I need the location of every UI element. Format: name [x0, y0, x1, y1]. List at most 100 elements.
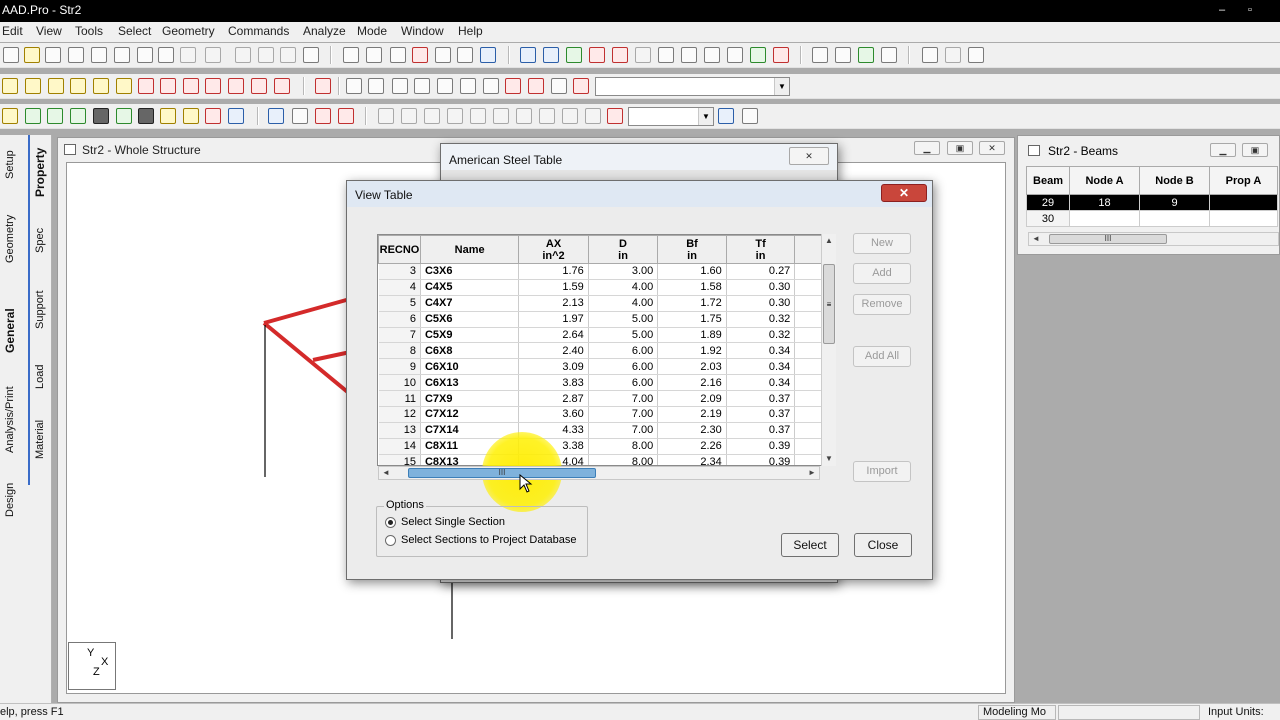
display-options-icon[interactable]: [718, 108, 734, 124]
feature-icon[interactable]: [773, 47, 789, 63]
label-support-icon[interactable]: [607, 108, 623, 124]
column-header-d[interactable]: Din: [587, 235, 659, 264]
close-dialog-button[interactable]: Close: [854, 533, 912, 557]
scroll-up-icon[interactable]: ▲: [822, 234, 836, 248]
label-load-icon[interactable]: [585, 108, 601, 124]
table-row[interactable]: 15 C8X13 4.04 8.00 2.34 0.39: [378, 454, 835, 465]
select-solids-icon[interactable]: [93, 108, 109, 124]
label-plates-icon[interactable]: [424, 108, 440, 124]
table-row[interactable]: 11 C7X9 2.87 7.00 2.09 0.37: [378, 390, 835, 408]
page-icon[interactable]: [235, 47, 251, 63]
label-offset-icon[interactable]: [516, 108, 532, 124]
zoom-dynamic-icon[interactable]: [414, 78, 430, 94]
report-icon[interactable]: [435, 47, 451, 63]
menu-help[interactable]: Help: [458, 24, 483, 38]
rotate-right-icon[interactable]: [205, 78, 221, 94]
print-doc-icon[interactable]: [480, 47, 496, 63]
label-section-icon[interactable]: [562, 108, 578, 124]
view-iso-icon[interactable]: [2, 78, 18, 94]
grid-icon[interactable]: [280, 47, 296, 63]
label-orient-icon[interactable]: [470, 108, 486, 124]
rotate-up-icon[interactable]: [138, 78, 154, 94]
print-preview-icon[interactable]: [366, 47, 382, 63]
close-button[interactable]: ✕: [789, 147, 829, 165]
menu-geometry[interactable]: Geometry: [162, 24, 215, 38]
select-grid-icon[interactable]: [138, 108, 154, 124]
node-icon[interactable]: [681, 47, 697, 63]
tab-support[interactable]: Support: [34, 290, 46, 329]
cursor-icon[interactable]: [303, 47, 319, 63]
table-row[interactable]: 14 C8X11 3.38 8.00 2.26 0.39: [378, 438, 835, 455]
spin-right-icon[interactable]: [251, 78, 267, 94]
copy-icon[interactable]: [114, 47, 130, 63]
table-row[interactable]: 8 C6X8 2.40 6.00 1.92 0.34: [378, 342, 835, 360]
zoom-in-icon[interactable]: [346, 78, 362, 94]
table-row[interactable]: 12 C7X12 3.60 7.00 2.19 0.37: [378, 406, 835, 423]
structure-icon[interactable]: [612, 47, 628, 63]
measure-icon[interactable]: [658, 47, 674, 63]
zoom-all-icon[interactable]: [437, 78, 453, 94]
column-header[interactable]: Prop A: [1209, 166, 1278, 195]
section-table-vscrollbar[interactable]: ▲ ≡ ▼: [821, 234, 836, 466]
wall-icon[interactable]: [968, 47, 984, 63]
tab-geometry[interactable]: Geometry: [4, 215, 16, 263]
column-header-ax[interactable]: AX in^2: [518, 235, 589, 264]
table-row[interactable]: 5 C4X7 2.13 4.00 1.72 0.30: [378, 295, 835, 312]
table-cell[interactable]: 29: [1026, 194, 1070, 211]
scroll-left-icon[interactable]: ◄: [379, 467, 393, 479]
tab-setup[interactable]: Setup: [4, 150, 16, 179]
select-sections-to-database-radio[interactable]: [385, 535, 396, 546]
spin-left-icon[interactable]: [228, 78, 244, 94]
table-cell[interactable]: [1069, 210, 1140, 227]
table-row[interactable]: 4 C4X5 1.59 4.00 1.58 0.30: [378, 279, 835, 296]
zoom-fit-icon[interactable]: [483, 78, 499, 94]
load-case-dropdown[interactable]: ▼: [628, 107, 714, 126]
column-header[interactable]: Node B: [1139, 166, 1210, 195]
grid-snap-icon[interactable]: [566, 47, 582, 63]
table-cell[interactable]: [1209, 194, 1278, 211]
view-selector-dropdown[interactable]: ▼: [595, 77, 790, 96]
printer-icon[interactable]: [343, 47, 359, 63]
scroll-down-icon[interactable]: ▼: [822, 452, 836, 466]
tab-load[interactable]: Load: [34, 365, 46, 389]
menu-select[interactable]: Select: [118, 24, 151, 38]
table-row[interactable]: 6 C5X6 1.97 5.00 1.75 0.32: [378, 311, 835, 328]
select-sections-to-database-label[interactable]: Select Sections to Project Database: [401, 534, 576, 546]
column-header-recno[interactable]: RECNO: [378, 235, 421, 264]
select-globe-icon[interactable]: [228, 108, 244, 124]
minimize-button[interactable]: –: [1212, 2, 1232, 18]
scroll-thumb[interactable]: III: [408, 468, 596, 478]
clipboard-icon[interactable]: [205, 47, 221, 63]
restore-button[interactable]: ▣: [947, 141, 973, 155]
zoom-out-icon[interactable]: [368, 78, 384, 94]
rotate-down-icon[interactable]: [160, 78, 176, 94]
table-cell[interactable]: 30: [1026, 210, 1070, 227]
help-question-icon[interactable]: [727, 47, 743, 63]
nodes-icon[interactable]: [543, 47, 559, 63]
table-cell[interactable]: [1139, 210, 1210, 227]
menu-window[interactable]: Window: [401, 24, 444, 38]
zoom-window-icon[interactable]: [392, 78, 408, 94]
menu-tools[interactable]: Tools: [75, 24, 103, 38]
select-single-section-radio[interactable]: [385, 517, 396, 528]
scroll-left-icon[interactable]: ◄: [1029, 233, 1043, 245]
restore-button[interactable]: ▣: [1242, 143, 1268, 157]
maximize-button[interactable]: ▫: [1240, 2, 1260, 18]
snap-grid-icon[interactable]: [315, 108, 331, 124]
chevron-down-icon[interactable]: ▼: [774, 78, 789, 95]
remove-button[interactable]: Remove: [853, 294, 911, 315]
tab-material[interactable]: Material: [34, 420, 46, 459]
label-release-icon[interactable]: [493, 108, 509, 124]
table-icon[interactable]: [812, 47, 828, 63]
select-plates-icon[interactable]: [70, 108, 86, 124]
scroll-thumb[interactable]: ≡: [823, 264, 835, 344]
column-header-name[interactable]: Name: [419, 235, 520, 264]
zoom-prev-icon[interactable]: [460, 78, 476, 94]
label-spec-icon[interactable]: [539, 108, 555, 124]
open-folder-icon[interactable]: [24, 47, 40, 63]
tab-property[interactable]: Property: [33, 148, 47, 197]
menu-mode[interactable]: Mode: [357, 24, 387, 38]
table-row[interactable]: 29 18 9: [1026, 194, 1278, 211]
member-query-icon[interactable]: [858, 47, 874, 63]
section-table-hscrollbar[interactable]: ◄ III ►: [378, 466, 820, 480]
